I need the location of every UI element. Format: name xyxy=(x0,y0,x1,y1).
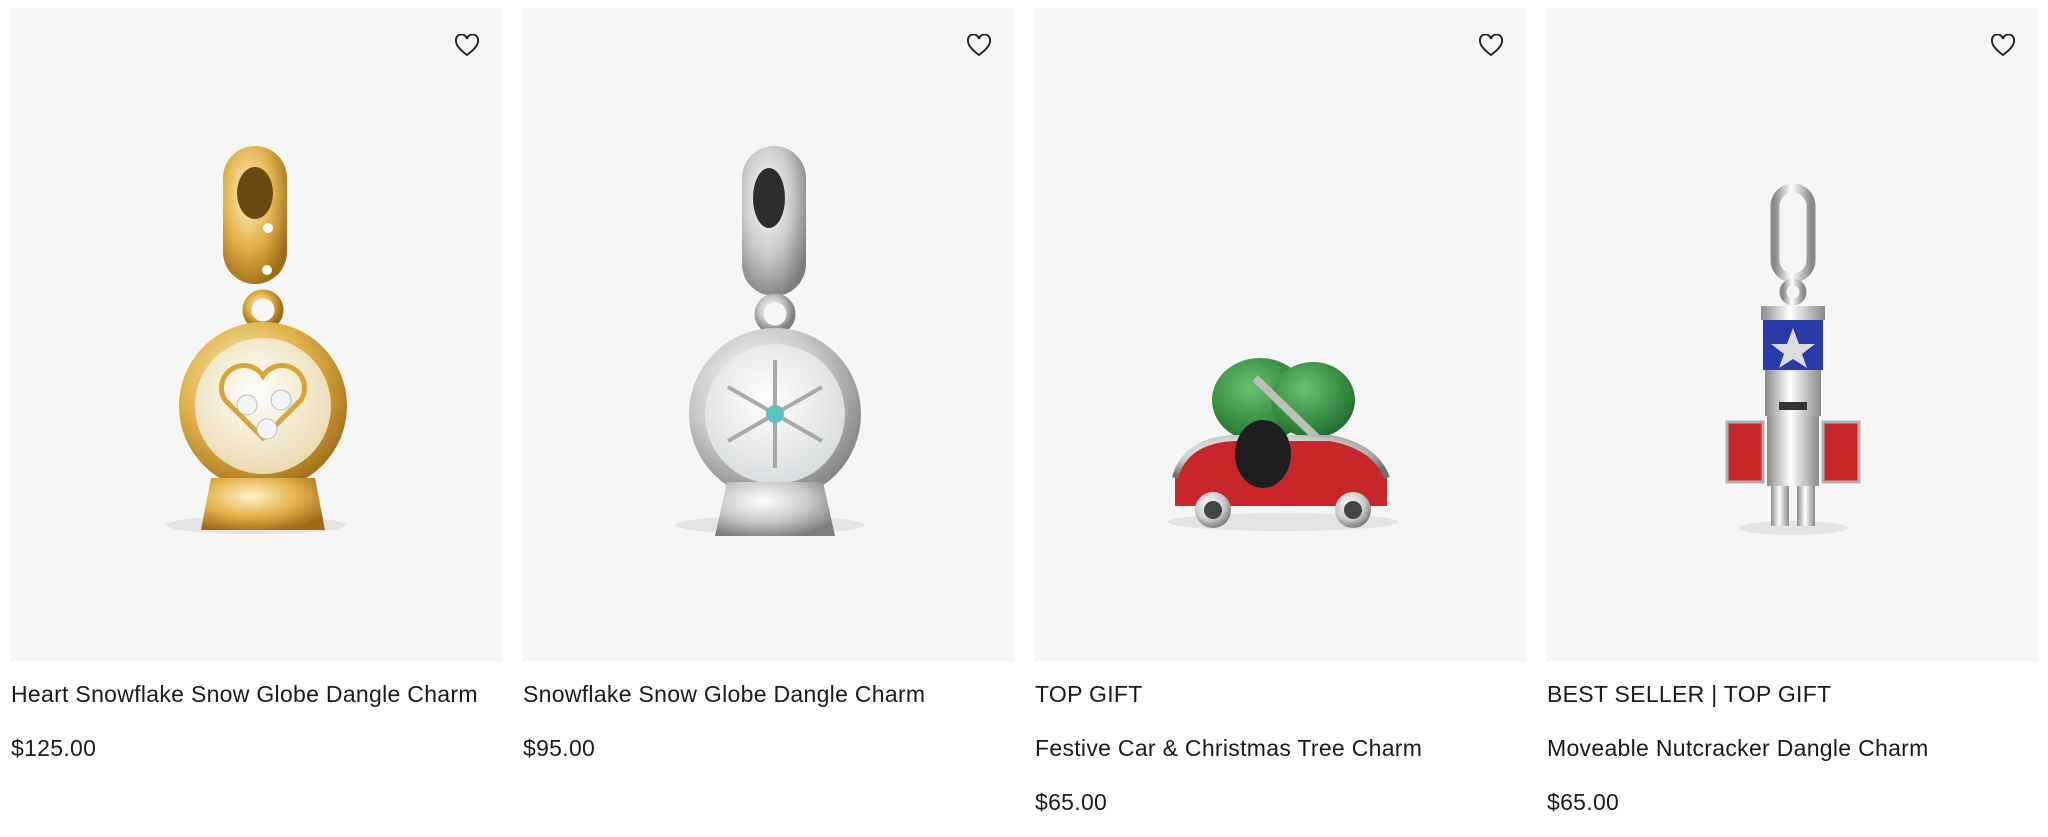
product-image-festive-car xyxy=(1168,358,1398,531)
product-image-container[interactable] xyxy=(1035,8,1526,662)
product-info: TOP GIFT Festive Car & Christmas Tree Ch… xyxy=(1035,662,1526,820)
product-price: $125.00 xyxy=(11,735,97,761)
heart-outline-icon xyxy=(967,34,991,57)
product-price: $95.00 xyxy=(523,735,596,761)
wishlist-button[interactable] xyxy=(962,29,996,63)
product-card[interactable]: TOP GIFT Festive Car & Christmas Tree Ch… xyxy=(1035,8,1526,820)
product-name[interactable]: Snowflake Snow Globe Dangle Charm xyxy=(523,677,1014,712)
wishlist-button[interactable] xyxy=(1474,29,1508,63)
wishlist-button[interactable] xyxy=(1986,29,2020,63)
product-info: BEST SELLER | TOP GIFT Moveable Nutcrack… xyxy=(1547,662,2038,820)
product-image-container[interactable] xyxy=(1547,8,2038,662)
heart-outline-icon xyxy=(455,34,479,57)
product-grid: Heart Snowflake Snow Globe Dangle Charm … xyxy=(0,0,2048,837)
product-badge: BEST SELLER | TOP GIFT xyxy=(1547,681,1832,707)
product-card[interactable]: Heart Snowflake Snow Globe Dangle Charm … xyxy=(11,8,502,766)
product-price: $65.00 xyxy=(1035,789,1108,815)
product-name[interactable]: Heart Snowflake Snow Globe Dangle Charm xyxy=(11,677,502,712)
heart-outline-icon xyxy=(1991,34,2015,57)
product-card[interactable]: Snowflake Snow Globe Dangle Charm $95.00 xyxy=(523,8,1014,766)
product-image-silver-snow-globe xyxy=(675,146,865,536)
product-badge: TOP GIFT xyxy=(1035,681,1143,707)
product-card[interactable]: BEST SELLER | TOP GIFT Moveable Nutcrack… xyxy=(1547,8,2038,820)
product-image-nutcracker xyxy=(1725,183,1861,535)
wishlist-button[interactable] xyxy=(450,29,484,63)
heart-outline-icon xyxy=(1479,34,1503,57)
product-name[interactable]: Festive Car & Christmas Tree Charm xyxy=(1035,731,1526,766)
product-image-container[interactable] xyxy=(11,8,502,662)
product-image-container[interactable] xyxy=(523,8,1014,662)
product-info: Heart Snowflake Snow Globe Dangle Charm … xyxy=(11,662,502,766)
product-image-gold-snow-globe xyxy=(166,146,347,534)
product-info: Snowflake Snow Globe Dangle Charm $95.00 xyxy=(523,662,1014,766)
product-name[interactable]: Moveable Nutcracker Dangle Charm xyxy=(1547,731,2038,766)
product-price: $65.00 xyxy=(1547,789,1620,815)
